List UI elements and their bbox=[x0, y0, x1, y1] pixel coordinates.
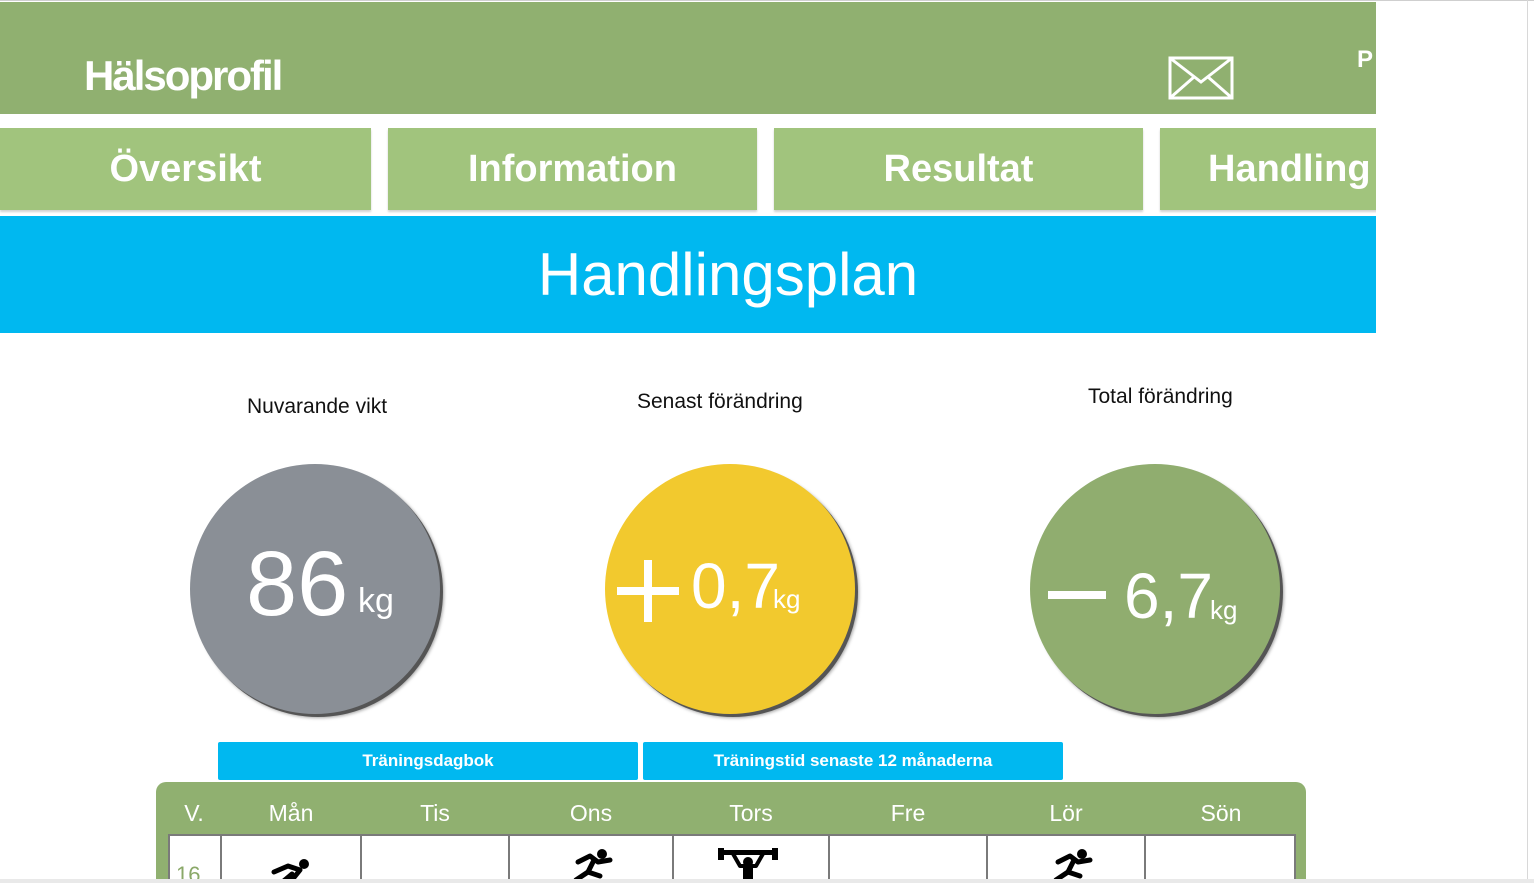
calendar-divider bbox=[672, 836, 674, 883]
minus-icon bbox=[1048, 591, 1106, 599]
window-top-border bbox=[0, 0, 1534, 1]
latest-change-label: Senast förändring bbox=[637, 390, 803, 413]
tab-traningstid[interactable]: Träningstid senaste 12 månaderna bbox=[643, 742, 1063, 780]
calendar-day-header: Tors bbox=[729, 800, 773, 826]
window-right-border bbox=[1527, 0, 1528, 883]
app-title: Hälsoprofil bbox=[84, 52, 283, 99]
main-nav: Översikt Information Resultat Handling bbox=[0, 128, 1376, 212]
calendar-divider bbox=[986, 836, 988, 883]
calendar-divider bbox=[508, 836, 510, 883]
tab-traningsdagbok[interactable]: Träningsdagbok bbox=[218, 742, 638, 780]
calendar-divider bbox=[828, 836, 830, 883]
weightlifting-icon[interactable] bbox=[718, 848, 778, 882]
calendar-day-header: Fre bbox=[890, 800, 926, 826]
plus-icon bbox=[617, 560, 679, 622]
total-change-label: Total förändring bbox=[1088, 385, 1233, 408]
total-change-circle: 6,7 kg bbox=[1030, 464, 1280, 714]
calendar-divider bbox=[220, 836, 222, 883]
current-weight-label: Nuvarande vikt bbox=[247, 395, 388, 418]
calendar-day-header: Sön bbox=[1200, 800, 1242, 826]
page-title: Handlingsplan bbox=[537, 241, 919, 308]
calendar-day-header: Mån bbox=[268, 800, 314, 826]
current-weight-circle: 86 kg bbox=[190, 464, 440, 714]
latest-change-value: 0,7 bbox=[691, 550, 780, 622]
total-change-value: 6,7 bbox=[1124, 560, 1213, 632]
mail-icon[interactable] bbox=[1168, 56, 1234, 100]
tab-oversikt[interactable]: Översikt bbox=[0, 128, 371, 210]
running-icon[interactable] bbox=[570, 848, 614, 882]
window-bottom-border bbox=[0, 879, 1534, 883]
running-icon[interactable] bbox=[1050, 848, 1094, 882]
tab-resultat[interactable]: Resultat bbox=[774, 128, 1143, 210]
latest-change-unit: kg bbox=[773, 584, 801, 614]
calendar-day-header: Lör bbox=[1049, 800, 1083, 826]
calendar-week-header: V. bbox=[184, 800, 204, 826]
calendar-day-header: Ons bbox=[569, 800, 613, 826]
current-weight-unit: kg bbox=[358, 582, 394, 620]
current-weight-value: 86 bbox=[246, 533, 349, 635]
calendar-divider bbox=[1144, 836, 1146, 883]
tab-information[interactable]: Information bbox=[388, 128, 757, 210]
tab-handling[interactable]: Handling bbox=[1160, 128, 1376, 210]
header-truncated-text: P bbox=[1357, 46, 1374, 73]
app-window: Hälsoprofil P Översikt Information Resul… bbox=[0, 0, 1376, 883]
calendar-day-header: Tis bbox=[420, 800, 450, 826]
calendar-divider bbox=[360, 836, 362, 883]
latest-change-circle: 0,7 kg bbox=[605, 464, 855, 714]
total-change-unit: kg bbox=[1210, 595, 1238, 625]
